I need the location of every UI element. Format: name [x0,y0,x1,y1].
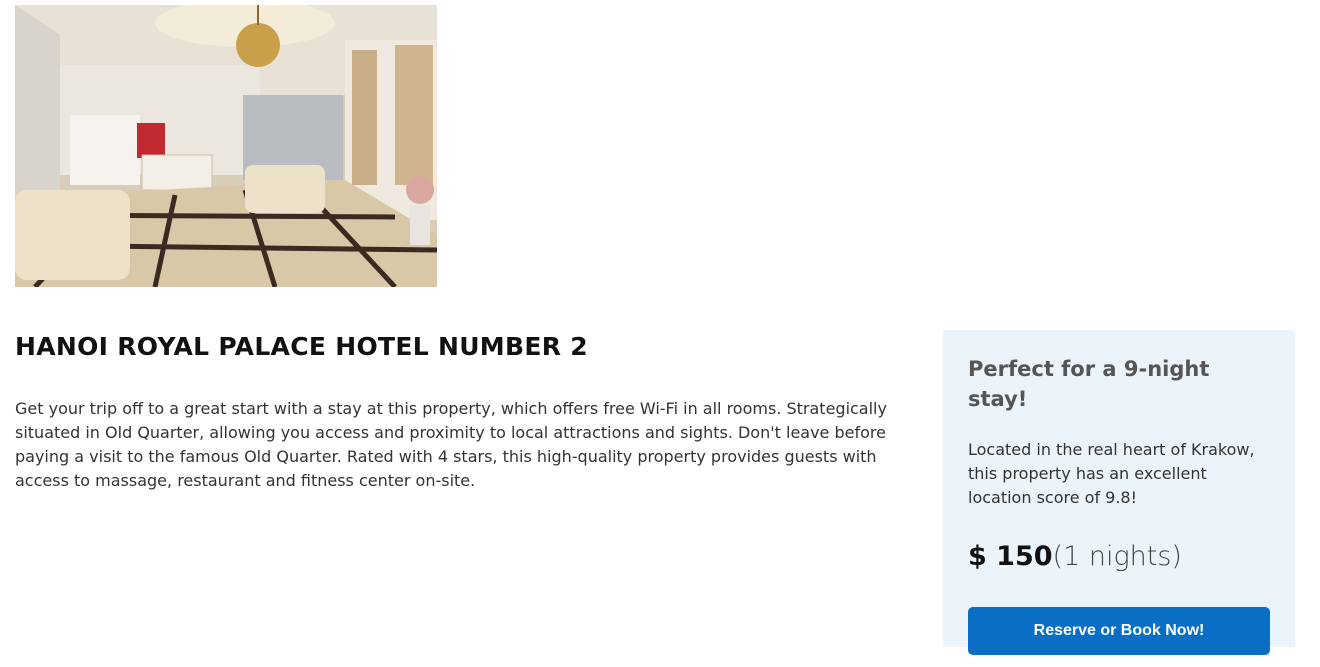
booking-panel: Perfect for a 9-night stay! Located in t… [943,330,1295,655]
price: $ 150 [968,541,1053,572]
nights-count: (1 nights) [1052,541,1182,572]
hotel-lobby-photo [15,5,437,287]
lobby-illustration [15,5,437,287]
price-row: $ 150(1 nights) [968,539,1270,578]
location-score-text: Located in the real heart of Krakow, thi… [968,440,1255,507]
panel-heading: Perfect for a 9-night stay! [968,357,1210,411]
hotel-description: Get your trip off to a great start with … [15,399,887,490]
hotel-name: HANOI ROYAL PALACE HOTEL NUMBER 2 [15,332,588,361]
reserve-button[interactable]: Reserve or Book Now! [968,607,1270,655]
